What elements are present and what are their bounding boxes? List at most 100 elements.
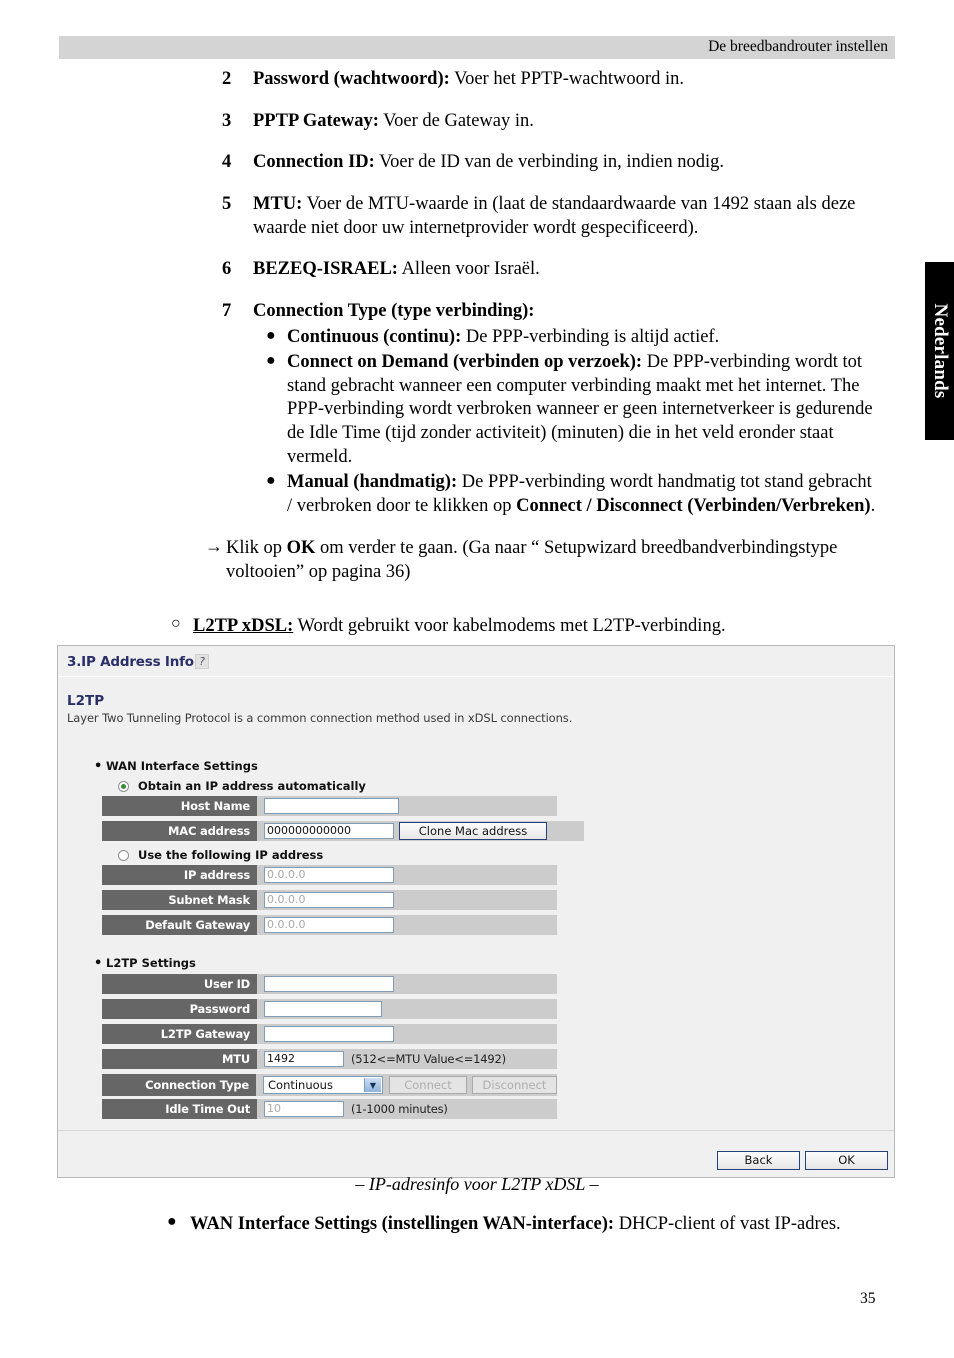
default-gateway-input[interactable]: 0.0.0.0	[264, 917, 394, 933]
group-heading-l2tp-label: L2TP Settings	[106, 956, 196, 970]
back-button[interactable]: Back	[717, 1151, 800, 1170]
step-term: Connection Type (type verbinding):	[253, 301, 535, 322]
radio-use-following-ip-label: Use the following IP address	[138, 848, 324, 862]
field-label-ip-address: IP address	[102, 865, 257, 885]
field-row-password: Password	[102, 999, 557, 1019]
group-heading-l2tp: • L2TP Settings	[94, 956, 196, 971]
group-heading-wan-label: WAN Interface Settings	[106, 759, 258, 773]
field-row-ip-address: IP address 0.0.0.0	[102, 865, 557, 885]
field-row-default-gateway: Default Gateway 0.0.0.0	[102, 915, 557, 935]
option-term: Manual (handmatig):	[287, 472, 458, 493]
option-text-part2: .	[870, 495, 876, 516]
field-row-l2tp-gateway: L2TP Gateway	[102, 1024, 557, 1044]
user-id-input[interactable]	[264, 976, 394, 992]
idle-time-out-input[interactable]: 10	[264, 1101, 344, 1117]
running-header-title: De breedbandrouter instellen	[708, 38, 888, 55]
option-text: De PPP-verbinding is altijd actief.	[461, 326, 720, 347]
section-title: L2TP	[67, 693, 105, 709]
bullet-icon: •	[94, 956, 103, 971]
step-number: 5	[222, 194, 232, 215]
bullet-icon: ●	[266, 352, 276, 370]
trailing-bullet-term: WAN Interface Settings (instellingen WAN…	[190, 1214, 615, 1234]
field-label-mtu: MTU	[102, 1049, 257, 1069]
step-number: 2	[222, 69, 232, 89]
footer-divider	[58, 1130, 894, 1131]
l2tp-gateway-input[interactable]	[264, 1026, 394, 1042]
password-input[interactable]	[264, 1001, 382, 1017]
subnet-mask-input[interactable]: 0.0.0.0	[264, 892, 394, 908]
radio-use-following-ip[interactable]: Use the following IP address	[118, 848, 323, 862]
option-term: Continuous (continu):	[287, 326, 462, 347]
section-description: Layer Two Tunneling Protocol is a common…	[67, 711, 573, 725]
connect-button[interactable]: Connect	[389, 1076, 467, 1094]
disconnect-button[interactable]: Disconnect	[472, 1076, 557, 1094]
step-term: Connection ID:	[253, 152, 375, 173]
mac-address-input[interactable]: 000000000000	[264, 823, 394, 839]
circle-bullet-icon: ○	[171, 615, 181, 633]
mtu-input[interactable]: 1492	[264, 1051, 344, 1067]
document-body: 2 Password (wachtwoord): Voer het PPTP-w…	[0, 68, 954, 638]
field-row-subnet-mask: Subnet Mask 0.0.0.0	[102, 890, 557, 910]
step-item: 4 Connection ID: Voer de ID van de verbi…	[0, 151, 954, 175]
step-number: 7	[222, 301, 232, 322]
step-text: Voer de ID van de verbinding in, indien …	[374, 152, 725, 173]
field-label-l2tp-gateway: L2TP Gateway	[102, 1024, 257, 1044]
radio-obtain-ip-automatically[interactable]: Obtain an IP address automatically	[118, 779, 366, 793]
field-row-connection-type: Connection Type Continuous ▼ Connect Dis…	[102, 1074, 557, 1096]
field-label-subnet-mask: Subnet Mask	[102, 890, 257, 910]
running-header: De breedbandrouter instellen	[59, 36, 895, 59]
instruction-ok-emphasis: OK	[286, 538, 316, 559]
bullet-icon: •	[94, 759, 103, 774]
field-label-user-id: User ID	[102, 974, 257, 994]
clone-mac-address-button[interactable]: Clone Mac address	[399, 822, 547, 840]
click-ok-instruction: → Klik op OK om verder te gaan. (Ga naar…	[0, 536, 954, 584]
step-item: 3 PPTP Gateway: Voer de Gateway in.	[0, 110, 954, 134]
step-item: 2 Password (wachtwoord): Voer het PPTP-w…	[0, 68, 954, 92]
radio-button-icon[interactable]	[118, 781, 129, 792]
arrow-right-icon: →	[205, 536, 223, 557]
step-text: Voer het PPTP-wachtwoord in.	[449, 69, 684, 89]
step-item-connection-type: 7 Connection Type (type verbinding): ● C…	[0, 300, 954, 518]
connection-type-select[interactable]: Continuous ▼	[263, 1076, 383, 1094]
l2tp-xdsl-term: L2TP xDSL:	[193, 616, 294, 637]
field-label-connection-type: Connection Type	[102, 1074, 256, 1096]
step-number: 3	[222, 110, 232, 131]
field-label-host-name: Host Name	[102, 796, 257, 816]
page-number: 35	[860, 1290, 876, 1307]
mtu-hint: (512<=MTU Value<=1492)	[351, 1052, 506, 1066]
step-text: Alleen voor Israël.	[397, 259, 540, 280]
field-row-host-name: Host Name	[102, 796, 557, 816]
instruction-text-part1: Klik op	[226, 538, 287, 559]
connection-type-options: ● Continuous (continu): De PPP-verbindin…	[253, 326, 881, 519]
bullet-icon: ●	[266, 326, 276, 344]
trailing-bullet-text: DHCP-client of vast IP-adres.	[614, 1214, 841, 1234]
bullet-icon: ●	[167, 1213, 177, 1230]
ok-button[interactable]: OK	[805, 1151, 888, 1170]
chevron-down-icon[interactable]: ▼	[364, 1078, 381, 1092]
field-row-idle-time-out: Idle Time Out 10 (1-1000 minutes)	[102, 1099, 557, 1119]
field-label-default-gateway: Default Gateway	[102, 915, 257, 935]
instruction-text-part2: om verder te gaan. (Ga naar “ Setupwizar…	[226, 538, 838, 583]
idle-time-out-hint: (1-1000 minutes)	[351, 1102, 448, 1116]
step-term: Password (wachtwoord):	[253, 69, 450, 89]
radio-obtain-ip-automatically-label: Obtain an IP address automatically	[138, 779, 366, 793]
radio-button-icon[interactable]	[118, 850, 129, 861]
l2tp-xdsl-heading-line: ○ L2TP xDSL: Wordt gebruikt voor kabelmo…	[0, 614, 954, 638]
option-connect-on-demand: ● Connect on Demand (verbinden op verzoe…	[253, 351, 881, 469]
ip-address-input[interactable]: 0.0.0.0	[264, 867, 394, 883]
field-label-idle-time-out: Idle Time Out	[102, 1099, 257, 1119]
step-item: 5 MTU: Voer de MTU-waarde in (laat de st…	[0, 193, 954, 240]
connection-type-value: Continuous	[268, 1078, 333, 1092]
field-row-mac-address: MAC address 000000000000 Clone Mac addre…	[102, 821, 584, 841]
title-divider	[58, 676, 894, 677]
host-name-input[interactable]	[264, 798, 399, 814]
help-icon[interactable]: ?	[195, 654, 209, 669]
option-manual: ● Manual (handmatig): De PPP-verbinding …	[253, 471, 881, 518]
bullet-icon: ●	[266, 472, 276, 490]
step-number: 6	[222, 259, 232, 280]
field-label-mac-address: MAC address	[102, 821, 257, 841]
step-number: 4	[222, 152, 232, 173]
step-term: BEZEQ-ISRAEL:	[253, 259, 398, 280]
option-continuous: ● Continuous (continu): De PPP-verbindin…	[253, 326, 881, 350]
group-heading-wan: • WAN Interface Settings	[94, 759, 258, 774]
